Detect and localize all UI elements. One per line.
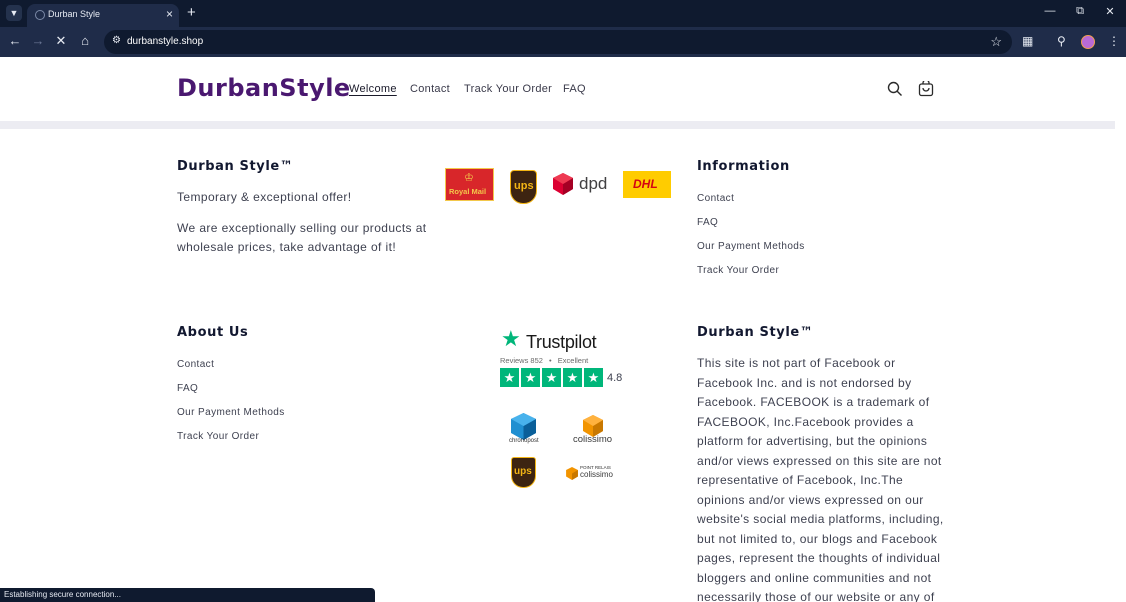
more-menu-icon[interactable]: ⋮ bbox=[1108, 34, 1120, 48]
trustpilot-star: ★ bbox=[500, 368, 519, 387]
disclaimer-line: FACEBOOK, Inc.Facebook provides a bbox=[697, 414, 914, 429]
nav-welcome[interactable]: Welcome bbox=[349, 83, 397, 95]
wholesale-text-line2: wholesale prices, take advantage of it! bbox=[177, 240, 397, 254]
colissimo-relay-label: colissimo bbox=[580, 470, 613, 479]
labs-flask-icon[interactable]: ⚲ bbox=[1057, 34, 1066, 48]
dpd-cube-icon bbox=[553, 173, 573, 195]
nav-faq[interactable]: FAQ bbox=[563, 83, 586, 95]
tab-strip: ▼ Durban Style × + — ⧉ ✕ bbox=[0, 0, 1126, 27]
status-bubble: Establishing secure connection... bbox=[0, 588, 375, 602]
loading-favicon-icon bbox=[35, 10, 45, 20]
search-icon[interactable] bbox=[887, 81, 903, 97]
home-icon[interactable]: ⌂ bbox=[76, 33, 94, 48]
disclaimer-line: but not limited to, our blogs and Facebo… bbox=[697, 531, 938, 546]
disclaimer-line: opinions and/or views expressed on our bbox=[697, 492, 924, 507]
tab-search-icon[interactable]: ▼ bbox=[6, 5, 22, 21]
close-window-icon[interactable]: ✕ bbox=[1099, 5, 1121, 18]
colissimo-label: colissimo bbox=[573, 434, 613, 445]
about-link-faq[interactable]: FAQ bbox=[177, 383, 198, 394]
disclaimer-line: pages, represent the thoughts of individ… bbox=[697, 551, 941, 565]
ups-small-logo: ups bbox=[511, 457, 536, 488]
trustpilot-star: ★ bbox=[584, 368, 603, 387]
disclaimer-line: representative of Facebook, Inc.The bbox=[697, 473, 904, 487]
header-divider bbox=[0, 121, 1115, 129]
trustpilot-star: ★ bbox=[521, 368, 540, 387]
nav-contact[interactable]: Contact bbox=[410, 83, 450, 95]
disclaimer-line: necessarily those of our website or any … bbox=[697, 590, 935, 602]
disclaimer-line: bloggers and online communities and not bbox=[697, 570, 932, 585]
about-link-contact[interactable]: Contact bbox=[177, 359, 214, 370]
trustpilot-star-icon: ★ bbox=[501, 326, 521, 351]
about-link-track-order[interactable]: Track Your Order bbox=[177, 431, 259, 442]
bookmark-star-icon[interactable]: ☆ bbox=[990, 34, 1002, 50]
brand-heading: Durban Style™ bbox=[177, 159, 294, 174]
colissimo-relay-cube-icon bbox=[566, 467, 578, 480]
about-link-payment-methods[interactable]: Our Payment Methods bbox=[177, 407, 285, 418]
disclaimer-line: platform for advertising, but the opinio… bbox=[697, 434, 928, 448]
offer-text: Temporary & exceptional offer! bbox=[177, 190, 352, 204]
trustpilot-star: ★ bbox=[542, 368, 561, 387]
chronopost-label: chronopost bbox=[509, 438, 539, 444]
new-tab-icon[interactable]: + bbox=[187, 4, 196, 21]
forward-icon[interactable]: → bbox=[29, 33, 47, 48]
disclaimer-line: and/or views expressed on this site are … bbox=[697, 453, 942, 468]
disclaimer-line: Facebook Inc. and is not endorsed by bbox=[697, 375, 912, 390]
dhl-logo: DHL bbox=[623, 171, 671, 198]
trustpilot-star: ★ bbox=[563, 368, 582, 387]
profile-avatar[interactable] bbox=[1081, 35, 1095, 49]
tab-title: Durban Style bbox=[48, 9, 101, 19]
info-link-faq[interactable]: FAQ bbox=[697, 217, 718, 228]
address-bar[interactable]: ⚙ durbanstyle.shop ☆ bbox=[104, 30, 1012, 54]
nav-track-order[interactable]: Track Your Order bbox=[464, 83, 552, 95]
site-logo[interactable]: DurbanStyle bbox=[177, 74, 351, 102]
about-heading: About Us bbox=[177, 325, 249, 340]
trustpilot-wordmark: Trustpilot bbox=[526, 332, 597, 352]
trustpilot-review-summary: Reviews 852 • Excellent bbox=[500, 356, 589, 365]
ups-logo: ups bbox=[510, 170, 537, 204]
minimize-icon[interactable]: — bbox=[1039, 5, 1061, 17]
information-heading: Information bbox=[697, 159, 790, 174]
disclaimer-line: This site is not part of Facebook or bbox=[697, 356, 896, 370]
royal-mail-logo: ♔ Royal Mail bbox=[445, 168, 494, 201]
chronopost-cube-icon bbox=[511, 413, 536, 440]
crown-icon: ♔ bbox=[464, 172, 474, 184]
disclaimer-line: website's social media platforms, includ… bbox=[697, 512, 944, 526]
browser-tab[interactable]: Durban Style × bbox=[27, 4, 179, 27]
cart-icon[interactable] bbox=[918, 81, 934, 97]
close-tab-icon[interactable]: × bbox=[166, 7, 173, 21]
disclaimer-line: Facebook. FACEBOOK is a trademark of bbox=[697, 395, 930, 409]
info-link-contact[interactable]: Contact bbox=[697, 193, 734, 204]
trustpilot-score: 4.8 bbox=[607, 372, 623, 384]
wholesale-text-line1: We are exceptionally selling our product… bbox=[177, 221, 427, 235]
site-header: DurbanStyle Welcome Contact Track Your O… bbox=[0, 57, 1126, 121]
info-link-track-order[interactable]: Track Your Order bbox=[697, 265, 779, 276]
url-text[interactable]: durbanstyle.shop bbox=[127, 36, 203, 47]
restore-icon[interactable]: ⧉ bbox=[1069, 5, 1091, 18]
dpd-logo-text: dpd bbox=[579, 174, 608, 193]
info-link-payment-methods[interactable]: Our Payment Methods bbox=[697, 241, 805, 252]
disclaimer-heading: Durban Style™ bbox=[697, 325, 814, 340]
site-info-icon[interactable]: ⚙ bbox=[112, 35, 121, 46]
back-icon[interactable]: ← bbox=[6, 33, 24, 48]
extensions-icon[interactable]: ▦ bbox=[1022, 34, 1033, 48]
stop-loading-icon[interactable]: ✕ bbox=[52, 33, 70, 49]
browser-toolbar: ← → ✕ ⌂ ⚙ durbanstyle.shop ☆ ▦ ⚲ ⋮ bbox=[0, 27, 1126, 57]
